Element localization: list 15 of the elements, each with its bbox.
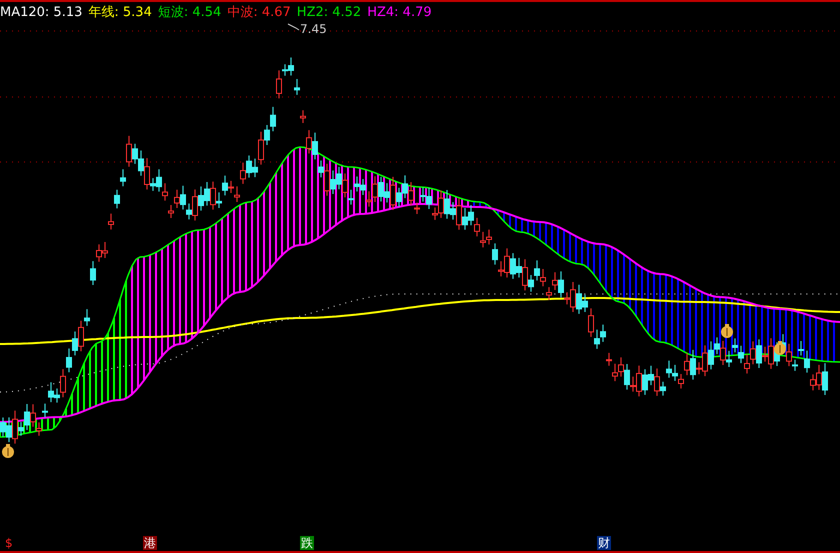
money-bag-icon (721, 324, 733, 338)
peak-price-label: 7.45 (300, 22, 327, 36)
indicator-reading: HZ2: 4.52 (296, 5, 362, 21)
money-bag-icon (2, 444, 14, 458)
event-marker: 财 (597, 536, 611, 550)
event-marker: $ (4, 536, 14, 550)
event-marker: 跌 (300, 536, 314, 550)
indicator-reading: MA120: 5.13 (0, 5, 82, 21)
indicator-reading: HZ4: 4.79 (367, 5, 432, 21)
indicator-reading: 中波: 4.67 (227, 5, 291, 21)
indicator-reading: 短波: 4.54 (158, 5, 222, 21)
leader-line (288, 24, 300, 30)
money-bag-icon (774, 341, 786, 355)
indicator-reading: 年线: 5.34 (88, 5, 152, 21)
event-marker: 港 (143, 536, 157, 550)
